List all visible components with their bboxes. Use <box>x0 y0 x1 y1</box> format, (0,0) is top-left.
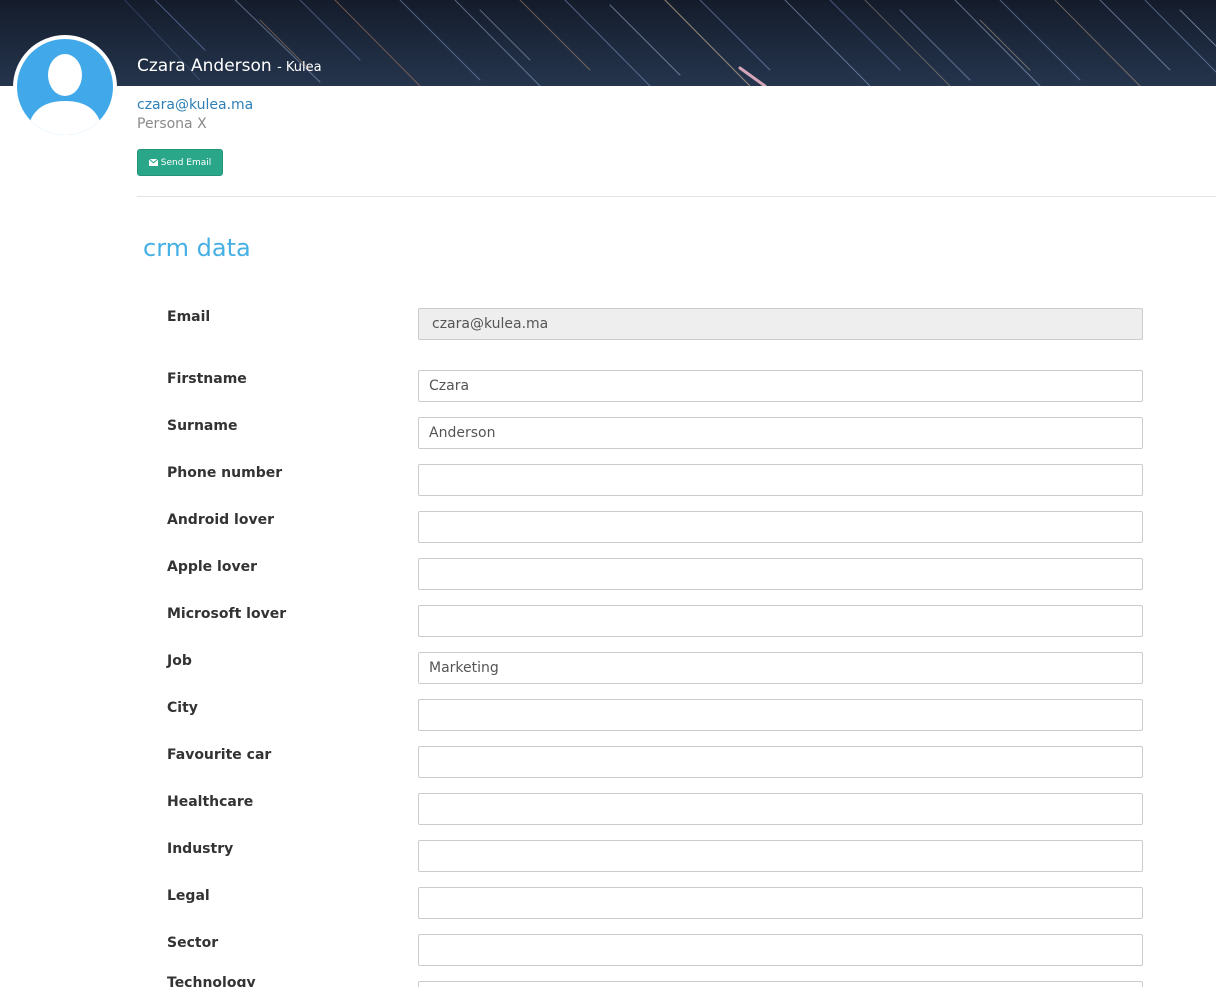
field-label-surname: Surname <box>167 418 238 434</box>
header-divider <box>137 196 1216 197</box>
profile-name-line: Czara Anderson - Kulea <box>137 56 322 76</box>
profile-email-link[interactable]: czara@kulea.ma <box>137 97 253 113</box>
field-input-legal[interactable] <box>418 887 1143 919</box>
field-input-industry[interactable] <box>418 840 1143 872</box>
field-label-android-lover: Android lover <box>167 512 274 528</box>
field-input-technology[interactable] <box>418 981 1143 987</box>
field-value: czara@kulea.ma <box>432 316 549 332</box>
field-label-job: Job <box>167 653 192 669</box>
field-label-city: City <box>167 700 198 716</box>
field-label-healthcare: Healthcare <box>167 794 254 810</box>
field-label-microsoft-lover: Microsoft lover <box>167 606 287 622</box>
field-value: Marketing <box>429 660 499 676</box>
user-silhouette-icon <box>27 54 103 135</box>
profile-company: - Kulea <box>277 60 322 75</box>
profile-page: Czara Anderson - Kulea czara@kulea.ma Pe… <box>0 0 1216 987</box>
send-email-label: Send Email <box>160 157 212 168</box>
field-input-email: czara@kulea.ma <box>418 308 1143 340</box>
field-input-healthcare[interactable] <box>418 793 1143 825</box>
field-input-surname[interactable]: Anderson <box>418 417 1143 449</box>
field-input-city[interactable] <box>418 699 1143 731</box>
field-input-apple-lover[interactable] <box>418 558 1143 590</box>
send-email-button[interactable]: Send Email <box>137 149 223 176</box>
profile-name: Czara Anderson <box>137 56 272 76</box>
field-input-sector[interactable] <box>418 934 1143 966</box>
avatar <box>13 35 117 139</box>
field-label-firstname: Firstname <box>167 371 247 387</box>
field-label-email: Email <box>167 309 211 325</box>
section-title: crm data <box>143 234 251 262</box>
field-input-microsoft-lover[interactable] <box>418 605 1143 637</box>
envelope-icon <box>148 159 158 166</box>
field-input-android-lover[interactable] <box>418 511 1143 543</box>
field-value: Czara <box>429 378 470 394</box>
field-input-firstname[interactable]: Czara <box>418 370 1143 402</box>
field-input-job[interactable]: Marketing <box>418 652 1143 684</box>
field-input-favourite-car[interactable] <box>418 746 1143 778</box>
field-input-phone-number[interactable] <box>418 464 1143 496</box>
field-label-phone-number: Phone number <box>167 465 283 481</box>
field-label-favourite-car: Favourite car <box>167 747 272 763</box>
field-value: Anderson <box>429 425 496 441</box>
field-label-sector: Sector <box>167 935 219 951</box>
field-label-industry: Industry <box>167 841 234 857</box>
field-label-legal: Legal <box>167 888 210 904</box>
field-label-technology: Technology <box>167 975 256 987</box>
profile-persona: Persona X <box>137 116 207 132</box>
field-label-apple-lover: Apple lover <box>167 559 257 575</box>
